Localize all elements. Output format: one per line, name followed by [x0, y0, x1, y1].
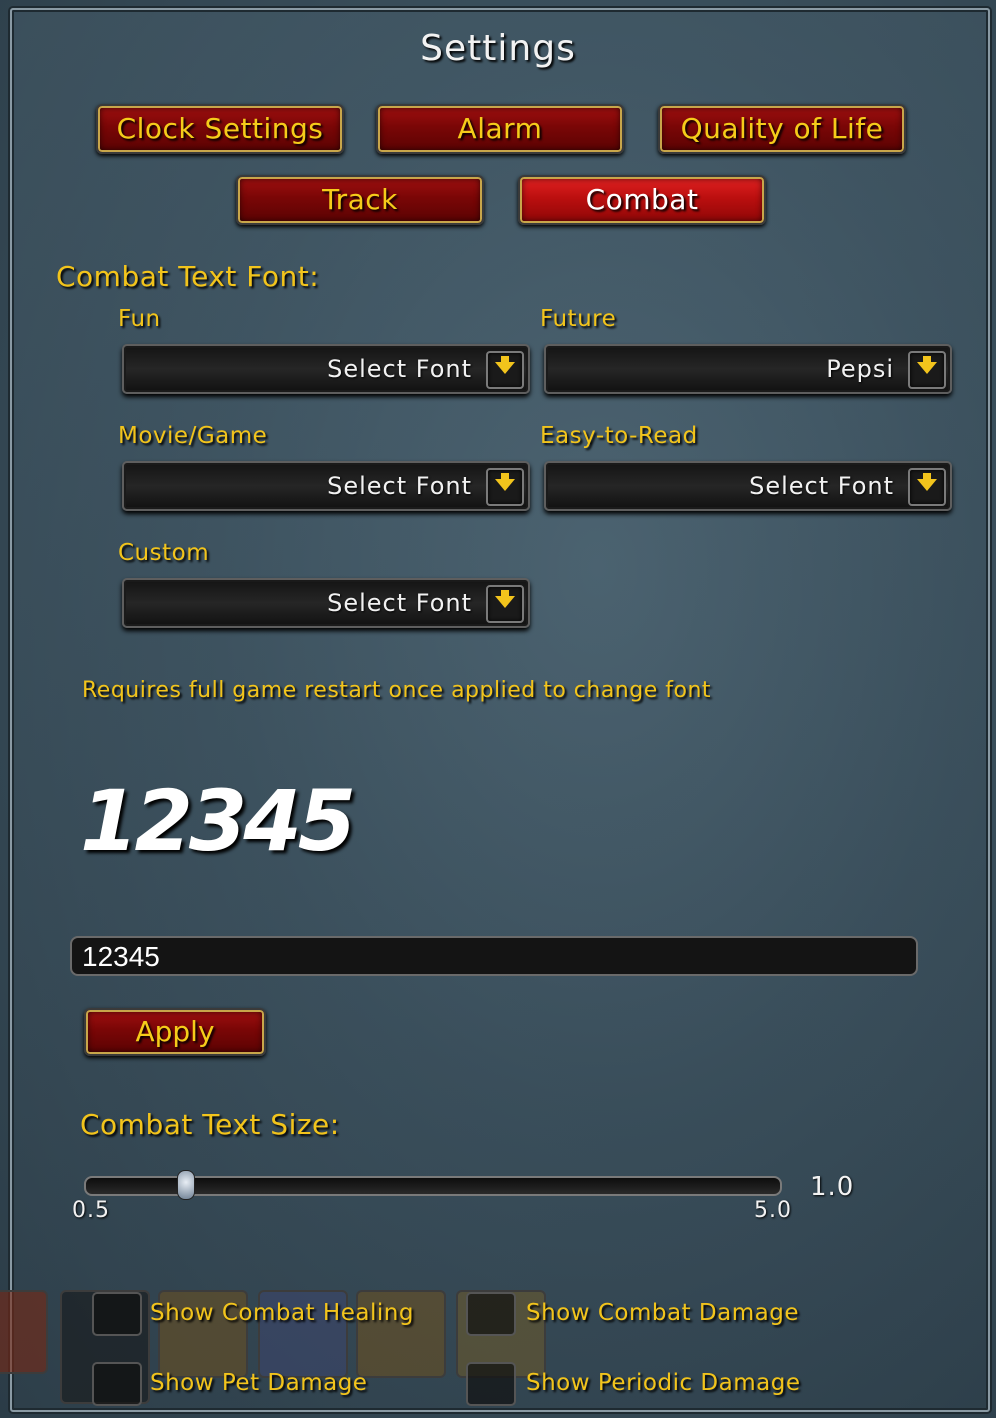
- show-periodic-damage-checkbox[interactable]: [466, 1362, 516, 1406]
- future-font-dropdown[interactable]: Pepsi: [544, 344, 952, 394]
- fun-label: Fun: [118, 306, 161, 332]
- show-pet-damage-label: Show Pet Damage: [150, 1370, 368, 1396]
- arrow-down-icon: [495, 479, 515, 491]
- show-combat-healing-label: Show Combat Healing: [150, 1300, 414, 1326]
- slider-max-label: 5.0: [754, 1198, 792, 1223]
- show-combat-damage-checkbox[interactable]: [466, 1292, 516, 1336]
- custom-font-dropdown[interactable]: Select Font: [122, 578, 530, 628]
- arrow-down-icon: [917, 479, 937, 491]
- show-pet-damage-checkbox[interactable]: [92, 1362, 142, 1406]
- easy-to-read-label: Easy-to-Read: [540, 423, 698, 449]
- apply-button[interactable]: Apply: [84, 1008, 266, 1056]
- tab-combat[interactable]: Combat: [518, 175, 766, 225]
- arrow-down-icon: [917, 362, 937, 374]
- movie-game-font-dropdown[interactable]: Select Font: [122, 461, 530, 511]
- dropdown-arrow-button[interactable]: [486, 468, 524, 506]
- slider-value-label: 1.0: [810, 1172, 855, 1202]
- show-combat-damage-label: Show Combat Damage: [526, 1300, 799, 1326]
- dropdown-value: Pepsi: [826, 355, 894, 383]
- show-combat-healing-checkbox[interactable]: [92, 1292, 142, 1336]
- fun-font-dropdown[interactable]: Select Font: [122, 344, 530, 394]
- dropdown-arrow-button[interactable]: [908, 351, 946, 389]
- dropdown-value: Select Font: [327, 472, 472, 500]
- dropdown-value: Select Font: [327, 589, 472, 617]
- restart-note: Requires full game restart once applied …: [82, 678, 712, 703]
- easy-to-read-font-dropdown[interactable]: Select Font: [544, 461, 952, 511]
- font-preview-text: 12345: [80, 772, 356, 870]
- arrow-down-icon: [495, 596, 515, 608]
- combat-font-heading: Combat Text Font:: [56, 260, 320, 293]
- dropdown-value: Select Font: [327, 355, 472, 383]
- tab-quality-of-life[interactable]: Quality of Life: [658, 104, 906, 154]
- show-periodic-damage-label: Show Periodic Damage: [526, 1370, 801, 1396]
- arrow-down-icon: [495, 362, 515, 374]
- tab-clock-settings[interactable]: Clock Settings: [96, 104, 344, 154]
- slider-min-label: 0.5: [72, 1198, 110, 1223]
- future-label: Future: [540, 306, 617, 332]
- action-slot: [0, 1290, 48, 1374]
- tab-alarm[interactable]: Alarm: [376, 104, 624, 154]
- tab-track[interactable]: Track: [236, 175, 484, 225]
- custom-label: Custom: [118, 540, 210, 566]
- dropdown-arrow-button[interactable]: [908, 468, 946, 506]
- window-title: Settings: [420, 28, 576, 69]
- combat-size-heading: Combat Text Size:: [80, 1108, 340, 1141]
- movie-game-label: Movie/Game: [118, 423, 268, 449]
- dropdown-value: Select Font: [749, 472, 894, 500]
- dropdown-arrow-button[interactable]: [486, 585, 524, 623]
- dropdown-arrow-button[interactable]: [486, 351, 524, 389]
- preview-text-input[interactable]: 12345: [70, 936, 918, 976]
- slider-thumb[interactable]: [177, 1170, 195, 1200]
